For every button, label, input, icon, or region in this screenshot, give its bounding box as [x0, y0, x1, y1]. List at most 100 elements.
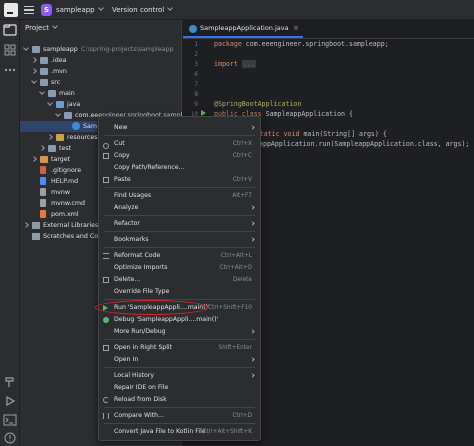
menu-item-compare-with[interactable]: Compare With... Ctrl+D — [99, 410, 260, 422]
compare-icon — [103, 413, 109, 419]
java-class-icon — [72, 122, 80, 130]
line-number: 3 — [194, 61, 198, 68]
tree-item-label: Sam — [83, 123, 97, 130]
submenu-chevron-icon — [250, 357, 255, 362]
line-number: 6 — [194, 71, 198, 78]
code-line-3[interactable]: import ... — [214, 60, 256, 68]
file-icon — [40, 188, 46, 196]
cut-icon — [103, 143, 109, 149]
menu-separator — [104, 423, 255, 424]
tree-item[interactable]: sampleapp C:\spring-projects\sampleapp — [20, 44, 182, 55]
menu-item-paste[interactable]: Paste Ctrl+V — [99, 174, 260, 186]
submenu-chevron-icon — [250, 205, 255, 210]
menu-item-shortcut: Delete — [232, 277, 252, 283]
chevron-down-icon[interactable] — [55, 111, 61, 117]
chevron-right-icon[interactable] — [31, 156, 37, 162]
menu-item-repair-ide-on-file[interactable]: Repair IDE on File — [99, 382, 260, 394]
menu-item-copy-path-reference[interactable]: Copy Path/Reference... — [99, 162, 260, 174]
chevron-down-icon[interactable] — [31, 78, 37, 84]
project-switcher[interactable]: sampleapp — [56, 0, 104, 20]
menu-item-convert-java-file-to-kotlin-file[interactable]: Convert Java File to Kotlin File Ctrl+Alt… — [99, 426, 260, 438]
chevron-right-icon[interactable] — [31, 57, 37, 63]
menu-separator — [104, 339, 255, 340]
menu-item-delete[interactable]: Delete... Delete — [99, 274, 260, 286]
menu-separator — [104, 247, 255, 248]
tree-item-label: sampleapp — [43, 46, 78, 53]
chevron-down-icon[interactable] — [23, 45, 29, 51]
tree-item-label: test — [59, 145, 72, 152]
folder-icon — [40, 57, 48, 64]
project-panel-title[interactable]: Project — [25, 23, 58, 32]
debug-icon — [103, 317, 109, 323]
menu-item-shortcut: Ctrl+Alt+O — [219, 265, 252, 271]
submenu-chevron-icon — [250, 329, 255, 334]
tree-item-label: mvnw — [51, 189, 71, 196]
main-menu-icon[interactable] — [24, 6, 34, 14]
project-badge[interactable]: S — [41, 4, 52, 16]
structure-icon[interactable] — [3, 43, 17, 57]
line-number: 7 — [194, 81, 198, 88]
ide-logo-icon[interactable] — [4, 3, 18, 17]
line-number: 8 — [194, 91, 198, 98]
menu-item-label: Reload from Disk — [114, 396, 167, 403]
vcs-label: Version control — [112, 6, 165, 14]
menu-separator — [104, 367, 255, 368]
chevron-right-icon[interactable] — [39, 145, 45, 151]
menu-item-shortcut: Ctrl+V — [232, 177, 252, 183]
code-line-1[interactable]: package com.eeengineer.springboot.sample… — [214, 40, 389, 48]
hammer-icon[interactable] — [3, 375, 17, 389]
menu-item-debug-sampleappappli-main[interactable]: Debug 'SampleappAppli....main()' — [99, 314, 260, 326]
tree-item[interactable]: src — [20, 77, 182, 88]
chevron-right-icon[interactable] — [47, 134, 53, 140]
tree-item[interactable]: main — [20, 88, 182, 99]
vcs-widget[interactable]: Version control — [112, 0, 174, 20]
editor-tab-sampleapp-application[interactable]: SampleappApplication.java × — [183, 20, 303, 38]
menu-item-label: More Run/Debug — [114, 328, 166, 335]
highlight-annotation — [95, 300, 208, 315]
problems-icon[interactable] — [3, 431, 17, 445]
menu-item-bookmarks[interactable]: Bookmarks — [99, 234, 260, 246]
tree-item[interactable]: .mvn — [20, 66, 182, 77]
menu-item-copy[interactable]: Copy Ctrl+C — [99, 150, 260, 162]
tree-item-label: External Libraries — [43, 222, 99, 229]
menu-item-reload-from-disk[interactable]: Reload from Disk — [99, 394, 260, 406]
menu-item-more-run-debug[interactable]: More Run/Debug — [99, 326, 260, 338]
terminal-icon[interactable] — [3, 413, 17, 427]
menu-item-open-in-right-split[interactable]: Open in Right Split Shift+Enter — [99, 342, 260, 354]
folder-icon — [48, 90, 56, 97]
chevron-right-icon[interactable] — [31, 68, 37, 74]
more-tools-icon[interactable] — [3, 63, 17, 77]
menu-item-open-in[interactable]: Open In — [99, 354, 260, 366]
folder-icon — [40, 68, 48, 75]
chevron-right-icon[interactable] — [23, 222, 29, 228]
menu-item-new[interactable]: New — [99, 122, 260, 134]
menu-item-override-file-type[interactable]: Override File Type — [99, 286, 260, 298]
menu-item-label: Bookmarks — [114, 236, 149, 243]
chevron-down-icon[interactable] — [47, 100, 53, 106]
tree-item-label: pom.xml — [51, 211, 79, 218]
menu-item-reformat-code[interactable]: Reformat Code Ctrl+Alt+L — [99, 250, 260, 262]
chevron-down-icon[interactable] — [39, 89, 45, 95]
services-icon[interactable] — [3, 394, 17, 408]
menu-item-find-usages[interactable]: Find Usages Alt+F7 — [99, 190, 260, 202]
folder-icon — [56, 101, 64, 108]
tree-item[interactable]: .idea — [20, 55, 182, 66]
code-line-10[interactable]: appApplication.run(SampleappApplication.… — [259, 140, 469, 148]
file-icon — [40, 166, 46, 174]
project-panel-header[interactable]: Project — [20, 20, 182, 38]
menu-separator — [104, 215, 255, 216]
project-folder-icon[interactable] — [3, 23, 17, 37]
menu-item-local-history[interactable]: Local History — [99, 370, 260, 382]
menu-item-shortcut: Ctrl+D — [232, 413, 252, 419]
menu-item-label: Repair IDE on File — [114, 384, 169, 391]
code-line-6[interactable]: @SpringBootApplication — [214, 100, 301, 108]
menu-item-analyze[interactable]: Analyze — [99, 202, 260, 214]
menu-item-optimize-imports[interactable]: Optimize Imports Ctrl+Alt+O — [99, 262, 260, 274]
tree-item-label: src — [51, 79, 61, 86]
tab-label: SampleappApplication.java — [200, 24, 289, 32]
menu-item-refactor[interactable]: Refactor — [99, 218, 260, 230]
menu-item-cut[interactable]: Cut Ctrl+X — [99, 138, 260, 150]
close-tab-icon[interactable]: × — [293, 24, 299, 32]
title-bar: S sampleapp Version control — [0, 0, 474, 20]
tree-item[interactable]: java — [20, 99, 182, 110]
